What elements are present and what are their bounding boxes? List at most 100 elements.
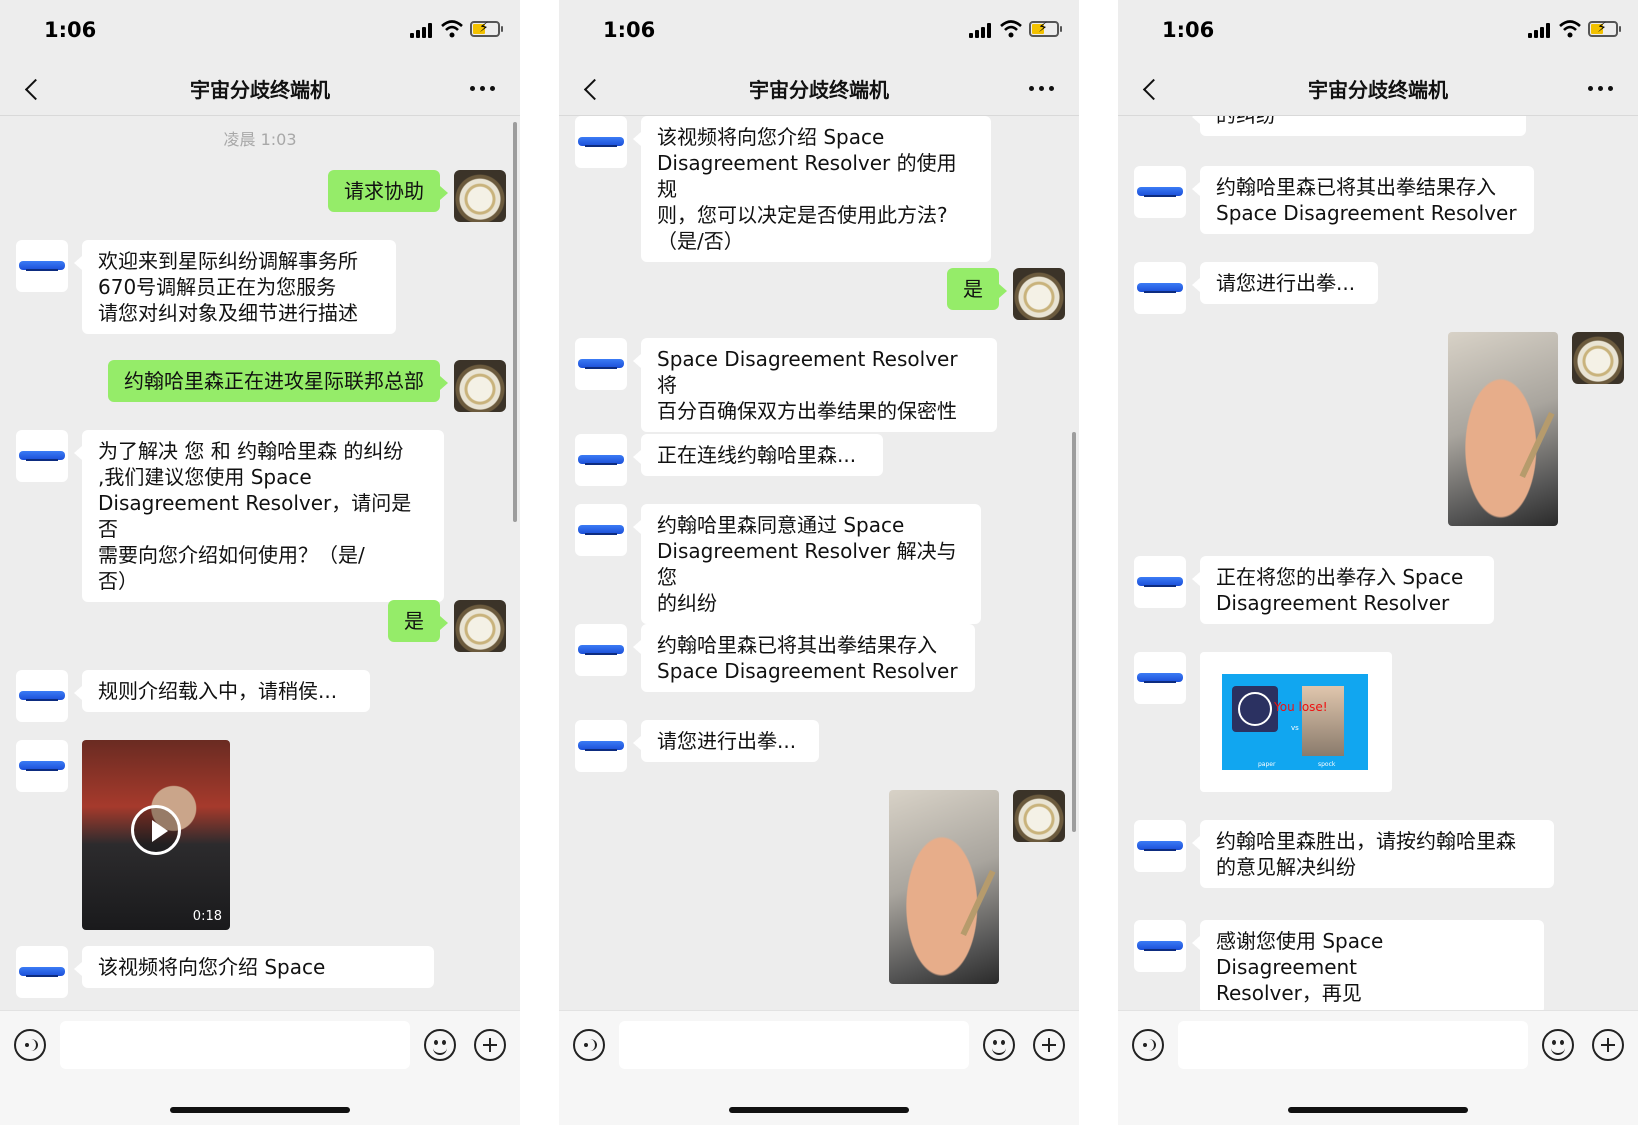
nav-bar: 宇宙分歧终端机 [1118, 60, 1638, 116]
message-outgoing[interactable]: 约翰哈里森正在进攻星际联邦总部 [108, 360, 448, 402]
status-time: 1:06 [1162, 18, 1215, 42]
emoji-icon[interactable] [1542, 1029, 1574, 1061]
message-input[interactable] [60, 1021, 410, 1069]
phone-screen-1: 1:06 ⚡ 宇宙分歧终端机 凌晨 1:03 请求协助 欢迎来到星际纠纷调解事务… [0, 0, 520, 1125]
user-avatar[interactable] [1013, 790, 1065, 842]
voice-icon[interactable] [1132, 1029, 1164, 1061]
plus-icon[interactable] [1592, 1029, 1624, 1061]
scrollbar[interactable] [513, 122, 517, 522]
message-incoming[interactable]: 该视频将向您介绍 Space [74, 946, 434, 988]
more-icon[interactable] [1029, 86, 1057, 92]
battery-icon: ⚡ [1588, 20, 1621, 37]
plus-icon[interactable] [1033, 1029, 1065, 1061]
status-bar: 1:06 ⚡ [0, 0, 520, 60]
message-incoming[interactable]: 请您进行出拳... [633, 720, 819, 762]
result-image-message[interactable]: You lose! vs paper spock [1200, 652, 1392, 792]
message-incoming[interactable]: 约翰哈里森同意通过 Space Disagreement Resolver 解决… [633, 504, 981, 624]
chat-title: 宇宙分歧终端机 [1308, 78, 1448, 102]
signal-icon [969, 22, 993, 38]
user-avatar[interactable] [454, 600, 506, 652]
wifi-icon [1000, 20, 1022, 38]
home-indicator [1288, 1107, 1468, 1113]
vs-text: vs [1291, 724, 1299, 732]
chat-messages[interactable]: 该视频将向您介绍 Space Disagreement Resolver 的使用… [559, 116, 1079, 1010]
user-avatar[interactable] [1572, 332, 1624, 384]
voice-icon[interactable] [573, 1029, 605, 1061]
bot-avatar[interactable] [575, 116, 627, 168]
message-incoming[interactable]: 请您进行出拳... [1192, 262, 1378, 304]
bot-avatar[interactable] [575, 504, 627, 556]
bot-avatar[interactable] [575, 720, 627, 772]
message-input[interactable] [619, 1021, 969, 1069]
phone-screen-2: 1:06 ⚡ 宇宙分歧终端机 该视频将向您介绍 Space Disagreeme… [559, 0, 1079, 1125]
input-bar [1118, 1010, 1638, 1125]
message-incoming[interactable]: 欢迎来到星际纠纷调解事务所 670号调解员正在为您服务 请您对纠对象及细节进行描… [74, 240, 396, 334]
battery-icon: ⚡ [470, 20, 503, 37]
play-icon[interactable] [131, 805, 181, 855]
nav-bar: 宇宙分歧终端机 [0, 60, 520, 116]
bot-avatar[interactable] [16, 946, 68, 998]
plus-icon[interactable] [474, 1029, 506, 1061]
status-time: 1:06 [603, 18, 656, 42]
emoji-icon[interactable] [424, 1029, 456, 1061]
message-incoming[interactable]: 约翰哈里森已将其出拳结果存入 Space Disagreement Resolv… [1192, 166, 1534, 234]
emoji-icon[interactable] [983, 1029, 1015, 1061]
photo-message[interactable] [1448, 332, 1558, 526]
bot-avatar[interactable] [575, 624, 627, 676]
bot-avatar[interactable] [1134, 262, 1186, 314]
left-caption: paper [1258, 761, 1276, 768]
nav-bar: 宇宙分歧终端机 [559, 60, 1079, 116]
message-incoming[interactable]: 的纠纷 [1192, 116, 1526, 136]
signal-icon [410, 22, 434, 38]
message-incoming[interactable]: 该视频将向您介绍 Space Disagreement Resolver 的使用… [633, 116, 991, 262]
user-avatar[interactable] [454, 170, 506, 222]
bot-avatar[interactable] [575, 338, 627, 390]
user-avatar[interactable] [454, 360, 506, 412]
phone-screen-3: 1:06 ⚡ 宇宙分歧终端机 的纠纷 约翰哈里森已将其出拳结果存入 Space … [1118, 0, 1638, 1125]
photo-message[interactable] [889, 790, 999, 984]
message-outgoing[interactable]: 是 [947, 268, 1007, 310]
bot-avatar[interactable] [16, 670, 68, 722]
bot-avatar[interactable] [16, 430, 68, 482]
spock-hand-image [1302, 686, 1344, 756]
input-bar [0, 1010, 520, 1125]
wifi-icon [441, 20, 463, 38]
paper-hand-icon [1232, 686, 1278, 732]
message-incoming[interactable]: 正在将您的出拳存入 Space Disagreement Resolver [1192, 556, 1494, 624]
user-avatar[interactable] [1013, 268, 1065, 320]
more-icon[interactable] [470, 86, 498, 92]
right-caption: spock [1318, 761, 1336, 768]
message-incoming[interactable]: 约翰哈里森已将其出拳结果存入 Space Disagreement Resolv… [633, 624, 975, 692]
voice-icon[interactable] [14, 1029, 46, 1061]
chat-title: 宇宙分歧终端机 [190, 78, 330, 102]
message-outgoing[interactable]: 是 [388, 600, 448, 642]
video-message[interactable]: 0:18 [82, 740, 230, 930]
message-input[interactable] [1178, 1021, 1528, 1069]
bot-avatar[interactable] [1134, 556, 1186, 608]
message-timestamp: 凌晨 1:03 [223, 130, 297, 149]
bot-avatar[interactable] [1134, 652, 1186, 704]
bot-avatar[interactable] [1134, 166, 1186, 218]
message-incoming[interactable]: 正在连线约翰哈里森... [633, 434, 883, 476]
message-incoming[interactable]: 约翰哈里森胜出，请按约翰哈里森 的意见解决纠纷 [1192, 820, 1554, 888]
result-image: You lose! vs paper spock [1222, 674, 1368, 770]
message-incoming[interactable]: 为了解决 您 和 约翰哈里森 的纠纷 ,我们建议您使用 Space Disagr… [74, 430, 444, 602]
chat-title: 宇宙分歧终端机 [749, 78, 889, 102]
chat-messages[interactable]: 凌晨 1:03 请求协助 欢迎来到星际纠纷调解事务所 670号调解员正在为您服务… [0, 116, 520, 1010]
scrollbar[interactable] [1072, 432, 1076, 832]
signal-icon [1528, 22, 1552, 38]
bot-avatar[interactable] [1134, 920, 1186, 972]
bot-avatar[interactable] [16, 240, 68, 292]
video-duration: 0:18 [192, 909, 222, 924]
message-incoming[interactable]: Space Disagreement Resolver 将 百分百确保双方出拳结… [633, 338, 997, 432]
message-incoming[interactable]: 规则介绍载入中，请稍侯... [74, 670, 370, 712]
chat-messages[interactable]: 的纠纷 约翰哈里森已将其出拳结果存入 Space Disagreement Re… [1118, 116, 1638, 1010]
message-outgoing[interactable]: 请求协助 [328, 170, 448, 212]
bot-avatar[interactable] [16, 740, 68, 792]
bot-avatar[interactable] [575, 434, 627, 486]
status-bar: 1:06 ⚡ [1118, 0, 1638, 60]
more-icon[interactable] [1588, 86, 1616, 92]
message-incoming[interactable]: 感谢您使用 Space Disagreement Resolver，再见 [1192, 920, 1544, 1010]
bot-avatar[interactable] [1134, 820, 1186, 872]
wifi-icon [1559, 20, 1581, 38]
